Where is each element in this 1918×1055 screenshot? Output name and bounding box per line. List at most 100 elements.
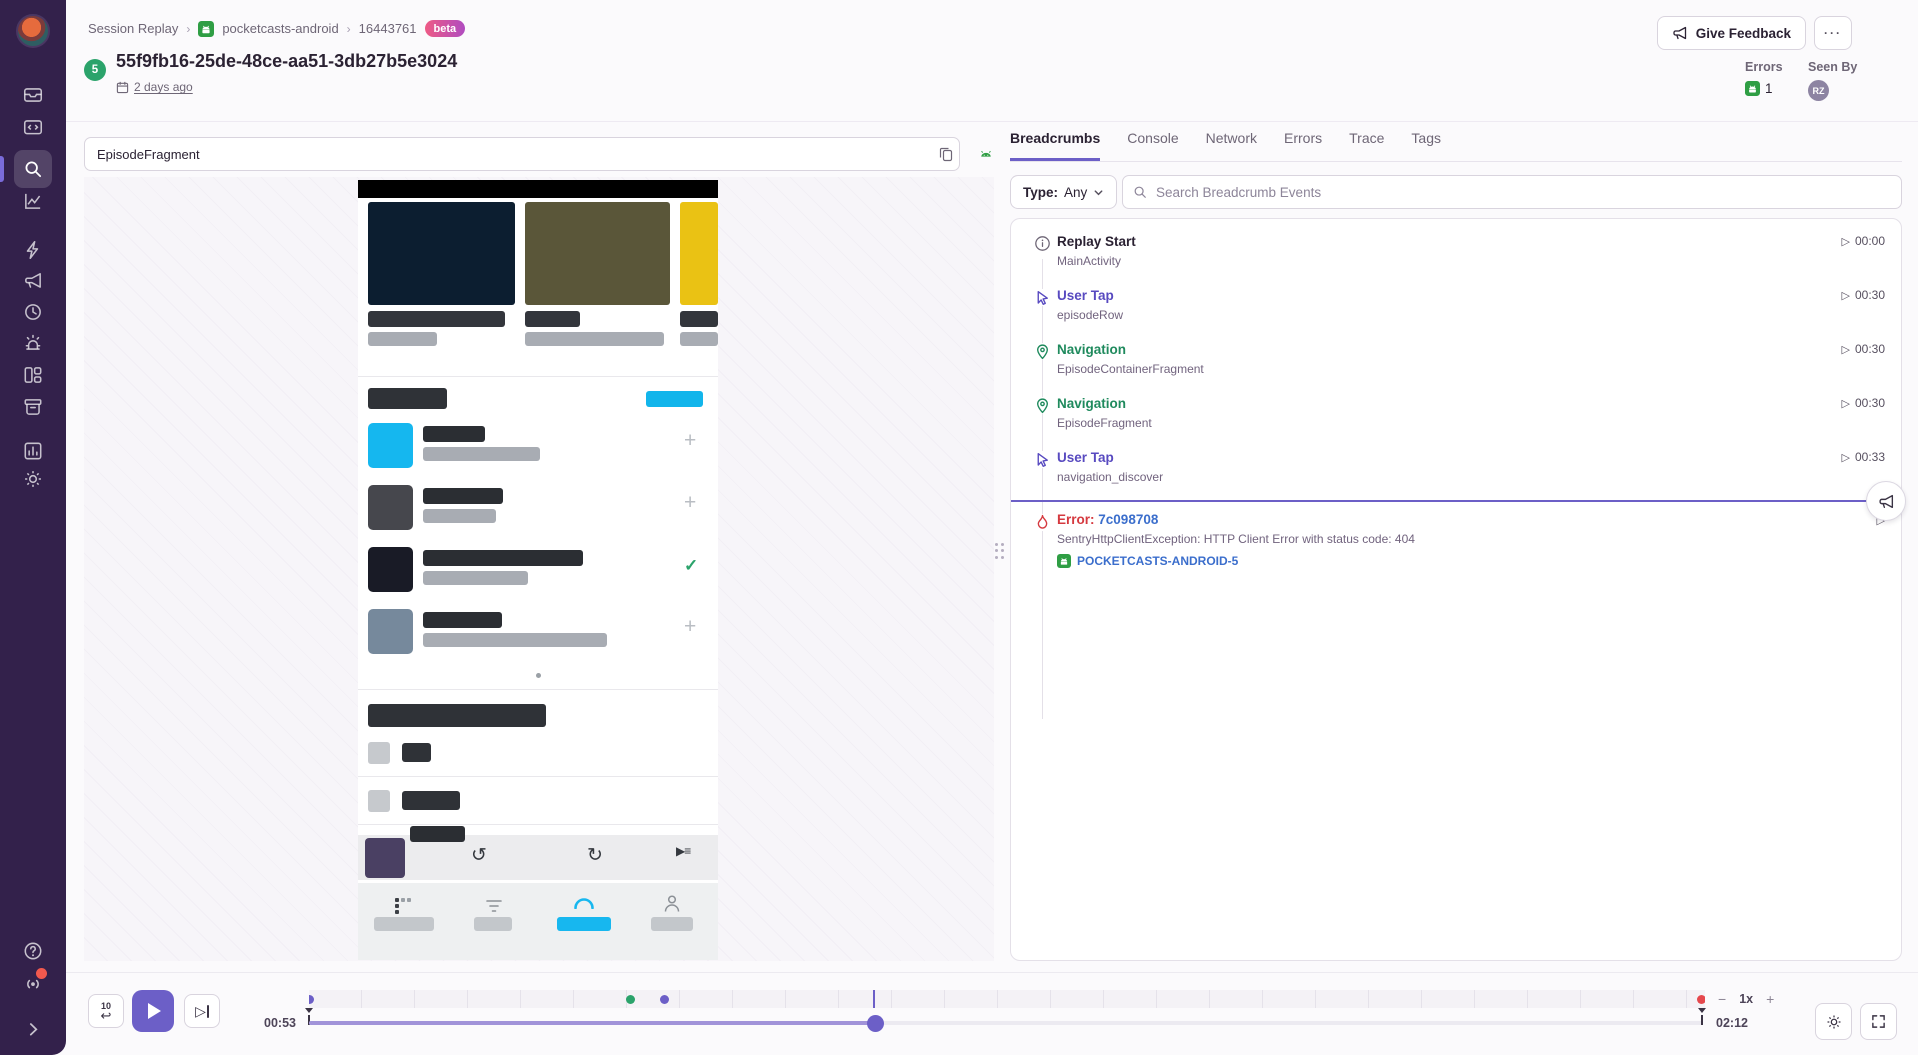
event-timestamp[interactable]: ▷00:30 (1842, 396, 1886, 410)
org-avatar[interactable] (16, 14, 50, 48)
replays-icon[interactable] (22, 301, 44, 323)
sidebar-expand-chevron-icon[interactable] (22, 1018, 44, 1040)
chevron-right-icon: › (186, 22, 190, 36)
projects-icon[interactable] (22, 116, 44, 138)
event-row-user-tap[interactable]: User Tap navigation_discover ▷00:33 (1011, 441, 1901, 495)
playback-speed-label[interactable]: 1x (1739, 992, 1753, 1006)
redacted-action-pill (646, 391, 703, 407)
tab-console[interactable]: Console (1127, 130, 1178, 161)
panel-resize-handle[interactable] (995, 543, 1005, 561)
breadcrumb-replay-id[interactable]: 16443761 (359, 21, 417, 36)
play-icon (148, 1003, 161, 1019)
seen-by-avatar[interactable]: RZ (1808, 80, 1829, 101)
seek-scrubber[interactable] (309, 1021, 1703, 1025)
timeline-marker-user-tap[interactable] (660, 995, 669, 1004)
feedback-icon[interactable] (22, 270, 44, 292)
replay-dom-search-input[interactable] (84, 137, 960, 171)
type-filter-value: Any (1064, 185, 1087, 200)
duration-label: 02:12 (1716, 1016, 1748, 1030)
help-icon[interactable] (22, 940, 44, 962)
chevron-down-icon (1093, 187, 1104, 198)
event-timestamp[interactable]: ▷00:30 (1842, 342, 1886, 356)
tab-network[interactable]: Network (1206, 130, 1257, 161)
issues-icon[interactable] (22, 84, 44, 106)
scrubber-progress (309, 1021, 875, 1025)
redacted-text-bar (423, 550, 583, 566)
event-timestamp[interactable]: ▷00:33 (1842, 450, 1886, 464)
breadcrumb-event-list: Replay Start MainActivity ▷00:00 User Ta… (1010, 218, 1902, 961)
settings-gear-icon[interactable] (22, 468, 44, 490)
redacted-text-bar (402, 791, 460, 810)
timeline-marker-error[interactable] (1697, 995, 1705, 1004)
event-title[interactable]: Replay Start (1057, 234, 1887, 249)
event-title[interactable]: Navigation (1057, 342, 1887, 357)
timeline-marker-navigation[interactable] (626, 995, 635, 1004)
error-id-link[interactable]: 7c098708 (1098, 512, 1158, 527)
event-row-user-tap[interactable]: User Tap episodeRow ▷00:30 (1011, 279, 1901, 333)
event-title[interactable]: User Tap (1057, 288, 1887, 303)
header-divider (66, 121, 1918, 122)
megaphone-icon (1672, 25, 1688, 41)
explore-search-icon[interactable] (22, 158, 44, 180)
event-row-replay-start[interactable]: Replay Start MainActivity ▷00:00 (1011, 225, 1901, 279)
redacted-cover-2 (525, 202, 670, 305)
player-settings-button[interactable] (1815, 1003, 1852, 1040)
redacted-text-bar (525, 332, 664, 346)
skip-to-end-button[interactable]: ▷ (184, 994, 220, 1028)
tab-errors[interactable]: Errors (1284, 130, 1322, 161)
timeline-events-strip[interactable] (309, 990, 1705, 1008)
event-row-navigation[interactable]: Navigation EpisodeFragment ▷00:30 (1011, 387, 1901, 441)
event-title[interactable]: Navigation (1057, 396, 1887, 411)
event-title[interactable]: User Tap (1057, 450, 1887, 465)
zoom-in-button[interactable]: + (1766, 991, 1774, 1007)
breadcrumb-project[interactable]: pocketcasts-android (222, 21, 338, 36)
fullscreen-button[interactable] (1860, 1003, 1897, 1040)
give-feedback-button[interactable]: Give Feedback (1657, 16, 1806, 50)
redacted-text-bar (423, 447, 540, 461)
floating-feedback-button[interactable] (1866, 481, 1906, 521)
scrubber-handle[interactable] (867, 1015, 884, 1032)
redacted-text-bar (423, 488, 503, 504)
location-pin-icon (1034, 397, 1051, 414)
event-subtitle: EpisodeFragment (1057, 416, 1887, 430)
event-timestamp[interactable]: ▷00:00 (1842, 234, 1886, 248)
zoom-out-button[interactable]: − (1718, 991, 1726, 1007)
up-next-queue-icon: ▶≡ (676, 844, 690, 858)
tab-tags[interactable]: Tags (1411, 130, 1441, 161)
replay-player-viewport[interactable]: + + ✓ + ↺ (84, 177, 994, 961)
pointer-tap-icon (1034, 451, 1051, 468)
copy-icon[interactable] (938, 146, 954, 162)
type-filter-dropdown[interactable]: Type: Any (1010, 175, 1117, 209)
breadcrumb-search-input[interactable] (1154, 184, 1891, 201)
event-timestamp[interactable]: ▷00:30 (1842, 288, 1886, 302)
errors-count-value[interactable]: 1 (1765, 81, 1773, 96)
active-nav-indicator (0, 156, 4, 182)
more-options-button[interactable]: ··· (1814, 16, 1852, 50)
tab-breadcrumbs[interactable]: Breadcrumbs (1010, 130, 1100, 161)
info-icon (1034, 235, 1051, 252)
podcasts-grid-icon (394, 897, 412, 915)
jump-back-10-button[interactable]: 10↩ (88, 994, 124, 1028)
redacted-nav-label (474, 917, 512, 931)
tab-trace[interactable]: Trace (1349, 130, 1384, 161)
android-project-icon (198, 21, 214, 37)
notification-dot (36, 968, 47, 979)
event-row-error[interactable]: Error: 7c098708 SentryHttpClientExceptio… (1011, 500, 1901, 568)
releases-icon[interactable] (22, 396, 44, 418)
dashboards-icon[interactable] (22, 190, 44, 212)
fullscreen-icon (1871, 1014, 1886, 1029)
alerts-icon[interactable] (22, 239, 44, 261)
event-row-navigation[interactable]: Navigation EpisodeContainerFragment ▷00:… (1011, 333, 1901, 387)
timeline-marker-replay-start[interactable] (309, 995, 314, 1004)
play-button[interactable] (132, 990, 174, 1032)
errors-label: Errors (1745, 60, 1783, 74)
crons-siren-icon[interactable] (22, 332, 44, 354)
event-subtitle: EpisodeContainerFragment (1057, 362, 1887, 376)
breadcrumb-session-replay[interactable]: Session Replay (88, 21, 178, 36)
play-icon: ▷ (1842, 451, 1850, 464)
insights-layout-icon[interactable] (22, 364, 44, 386)
redacted-text-bar (368, 311, 505, 327)
stats-icon[interactable] (22, 440, 44, 462)
session-age-text[interactable]: 2 days ago (134, 80, 193, 94)
error-project-link[interactable]: POCKETCASTS-ANDROID-5 (1057, 554, 1887, 568)
